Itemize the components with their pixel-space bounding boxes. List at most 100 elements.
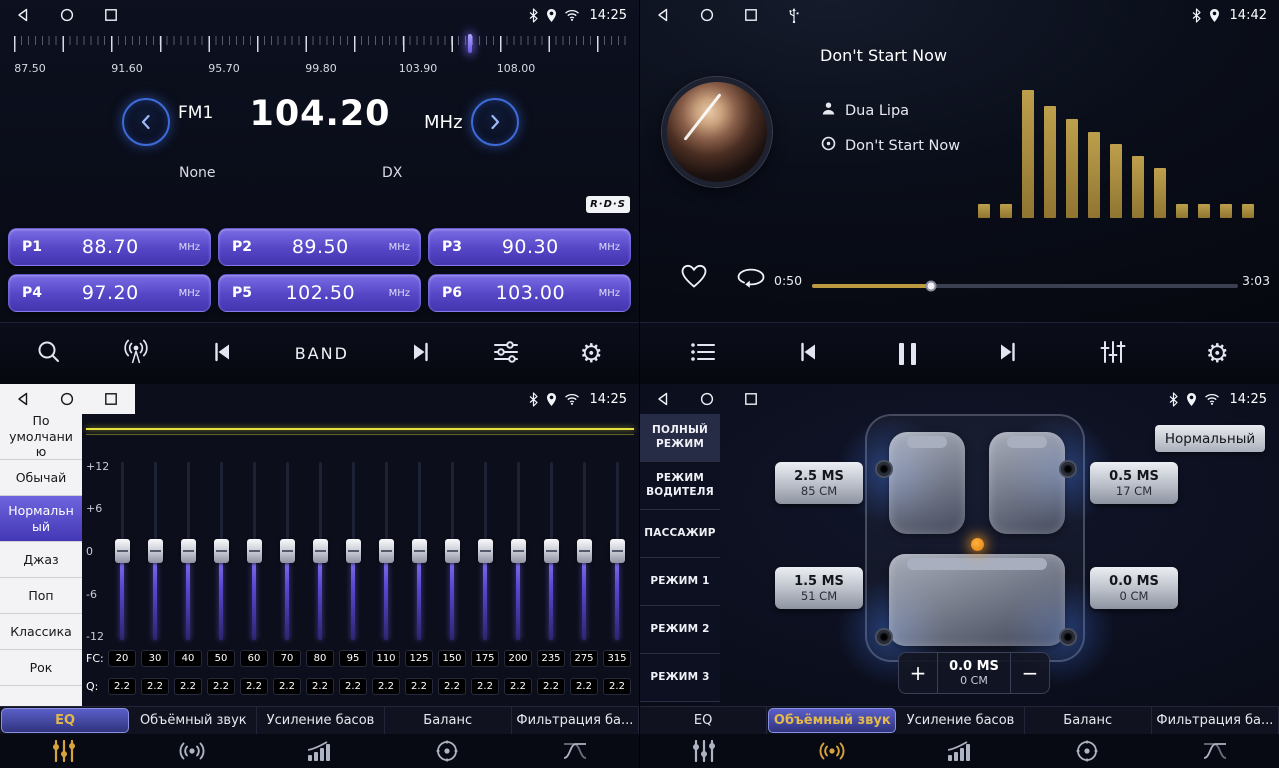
eq-band-slider[interactable] (444, 462, 460, 640)
bass-boost-icon[interactable] (256, 734, 384, 768)
eq-band-slider[interactable] (510, 462, 526, 640)
eq-sliders-icon[interactable] (0, 734, 128, 768)
filter-icon[interactable] (511, 734, 639, 768)
prev-track-icon[interactable] (796, 340, 820, 368)
nav-back-icon[interactable] (656, 8, 670, 22)
eq-slider-knob[interactable] (247, 539, 262, 563)
mode-3[interactable]: РЕЖИМ 3 (640, 654, 720, 702)
tune-settings-icon[interactable] (493, 340, 519, 368)
eq-preset-custom[interactable]: Обычай (0, 460, 82, 496)
eq-band-slider[interactable] (345, 462, 361, 640)
preset-button-p6[interactable]: P6103.00MHz (428, 274, 631, 312)
eq-band-slider[interactable] (378, 462, 394, 640)
balance-icon[interactable] (383, 734, 511, 768)
eq-slider-knob[interactable] (148, 539, 163, 563)
nav-home-icon[interactable] (700, 8, 714, 22)
eq-slider-knob[interactable] (115, 539, 130, 563)
eq-preset-default[interactable]: По умолчанию (0, 414, 82, 460)
eq-slider-knob[interactable] (214, 539, 229, 563)
tab-surround[interactable]: Объёмный звук (130, 707, 257, 734)
tab-surround[interactable]: Объёмный звук (768, 708, 896, 733)
profile-button[interactable]: Нормальный (1155, 425, 1265, 452)
tune-up-button[interactable] (471, 98, 519, 146)
next-track-icon[interactable] (409, 340, 433, 368)
surround-sound-icon[interactable] (768, 734, 896, 768)
mode-1[interactable]: РЕЖИМ 1 (640, 558, 720, 606)
eq-band-slider[interactable] (114, 462, 130, 640)
eq-slider-knob[interactable] (577, 539, 592, 563)
tune-down-button[interactable] (122, 98, 170, 146)
eq-preset-pop[interactable]: Поп (0, 578, 82, 614)
eq-band-slider[interactable] (246, 462, 262, 640)
eq-slider-knob[interactable] (412, 539, 427, 563)
tab-bass-boost[interactable]: Усиление басов (257, 707, 384, 734)
delay-rear-right-button[interactable]: 0.0 MS 0 CM (1090, 567, 1178, 609)
prev-track-icon[interactable] (210, 340, 234, 368)
eq-band-slider[interactable] (411, 462, 427, 640)
preset-button-p2[interactable]: P289.50MHz (218, 228, 421, 266)
preset-button-p4[interactable]: P497.20MHz (8, 274, 211, 312)
eq-band-slider[interactable] (213, 462, 229, 640)
eq-sliders-icon[interactable] (640, 734, 768, 768)
eq-slider-knob[interactable] (445, 539, 460, 563)
progress-bar[interactable] (812, 284, 1238, 288)
settings-gear-icon[interactable]: ⚙ (580, 341, 603, 367)
mode-passenger[interactable]: ПАССАЖИР (640, 510, 720, 558)
preset-button-p5[interactable]: P5102.50MHz (218, 274, 421, 312)
preset-button-p3[interactable]: P390.30MHz (428, 228, 631, 266)
eq-preset-rock[interactable]: Рок (0, 650, 82, 686)
playlist-icon[interactable] (690, 341, 716, 367)
tab-filter[interactable]: Фильтрация ба... (1152, 707, 1279, 734)
broadcast-scan-icon[interactable] (122, 339, 150, 369)
tab-eq[interactable]: EQ (1, 708, 129, 733)
nav-recents-icon[interactable] (104, 392, 118, 406)
mixer-faders-icon[interactable] (1100, 340, 1126, 368)
eq-band-slider[interactable] (543, 462, 559, 640)
eq-band-slider[interactable] (312, 462, 328, 640)
bass-boost-icon[interactable] (896, 734, 1024, 768)
eq-band-slider[interactable] (180, 462, 196, 640)
delay-rear-left-button[interactable]: 1.5 MS 51 CM (775, 567, 863, 609)
surround-sound-icon[interactable] (128, 734, 256, 768)
preset-button-p1[interactable]: P188.70MHz (8, 228, 211, 266)
tab-balance[interactable]: Баланс (1025, 707, 1152, 734)
eq-slider-knob[interactable] (346, 539, 361, 563)
tab-eq[interactable]: EQ (640, 707, 767, 734)
delay-decrease-button[interactable]: − (1011, 653, 1049, 693)
tab-filter[interactable]: Фильтрация ба... (512, 707, 639, 734)
eq-band-slider[interactable] (147, 462, 163, 640)
nav-recents-icon[interactable] (744, 8, 758, 22)
nav-home-icon[interactable] (700, 392, 714, 406)
eq-preset-normal[interactable]: Нормальный (0, 496, 82, 542)
eq-slider-knob[interactable] (313, 539, 328, 563)
eq-band-slider[interactable] (609, 462, 625, 640)
listening-position-dot[interactable] (971, 538, 984, 551)
album-art[interactable] (662, 77, 772, 187)
eq-band-slider[interactable] (576, 462, 592, 640)
delay-front-right-button[interactable]: 0.5 MS 17 CM (1090, 462, 1178, 504)
eq-slider-knob[interactable] (544, 539, 559, 563)
repeat-icon[interactable] (736, 266, 766, 294)
progress-knob[interactable] (926, 281, 937, 292)
eq-band-slider[interactable] (279, 462, 295, 640)
frequency-ruler[interactable]: 87.50 91.60 95.70 99.80 103.90 108.00 (0, 30, 639, 82)
favorite-heart-icon[interactable] (680, 263, 708, 293)
mode-2[interactable]: РЕЖИМ 2 (640, 606, 720, 654)
nav-recents-icon[interactable] (104, 8, 118, 22)
pause-icon[interactable] (899, 343, 916, 365)
tab-balance[interactable]: Баланс (385, 707, 512, 734)
nav-back-icon[interactable] (656, 392, 670, 406)
settings-gear-icon[interactable]: ⚙ (1206, 341, 1229, 367)
tab-bass-boost[interactable]: Усиление басов (897, 707, 1024, 734)
next-track-icon[interactable] (996, 340, 1020, 368)
nav-recents-icon[interactable] (744, 392, 758, 406)
filter-icon[interactable] (1151, 734, 1279, 768)
delay-increase-button[interactable]: + (899, 653, 937, 693)
eq-preset-jazz[interactable]: Джаз (0, 542, 82, 578)
nav-home-icon[interactable] (60, 392, 74, 406)
eq-slider-knob[interactable] (280, 539, 295, 563)
mode-full[interactable]: ПОЛНЫЙ РЕЖИМ (640, 414, 720, 462)
nav-home-icon[interactable] (60, 8, 74, 22)
delay-front-left-button[interactable]: 2.5 MS 85 CM (775, 462, 863, 504)
eq-slider-knob[interactable] (478, 539, 493, 563)
